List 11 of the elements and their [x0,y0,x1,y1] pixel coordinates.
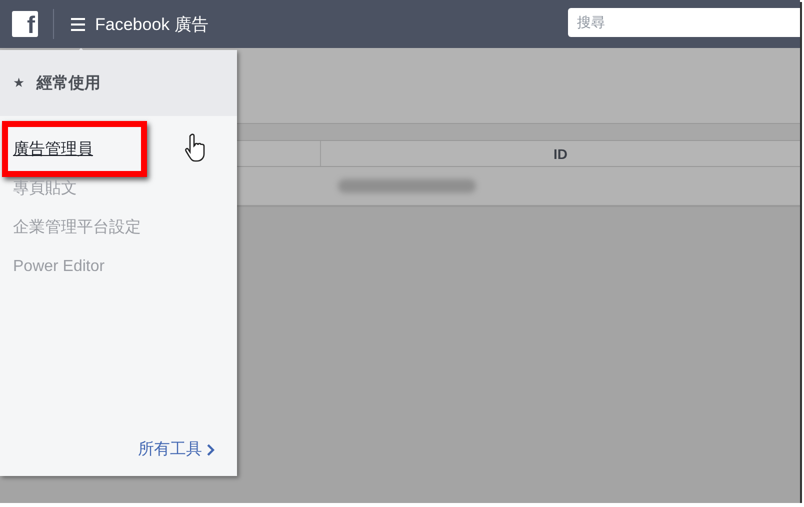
menu-icon[interactable] [71,18,85,30]
all-tools-link[interactable]: 所有工具 [138,439,215,460]
app-title: Facebook 廣告 [95,14,208,36]
hand-cursor-icon [185,133,207,163]
search-field[interactable]: 搜尋 [568,8,800,36]
star-icon: ★ [13,75,25,91]
facebook-logo[interactable]: f [12,11,38,37]
column-header: ID [320,141,800,166]
menu-item[interactable]: 廣告管理員 [13,139,93,161]
section-heading: 經常使用 [36,74,101,94]
chevron-icon [207,444,215,456]
